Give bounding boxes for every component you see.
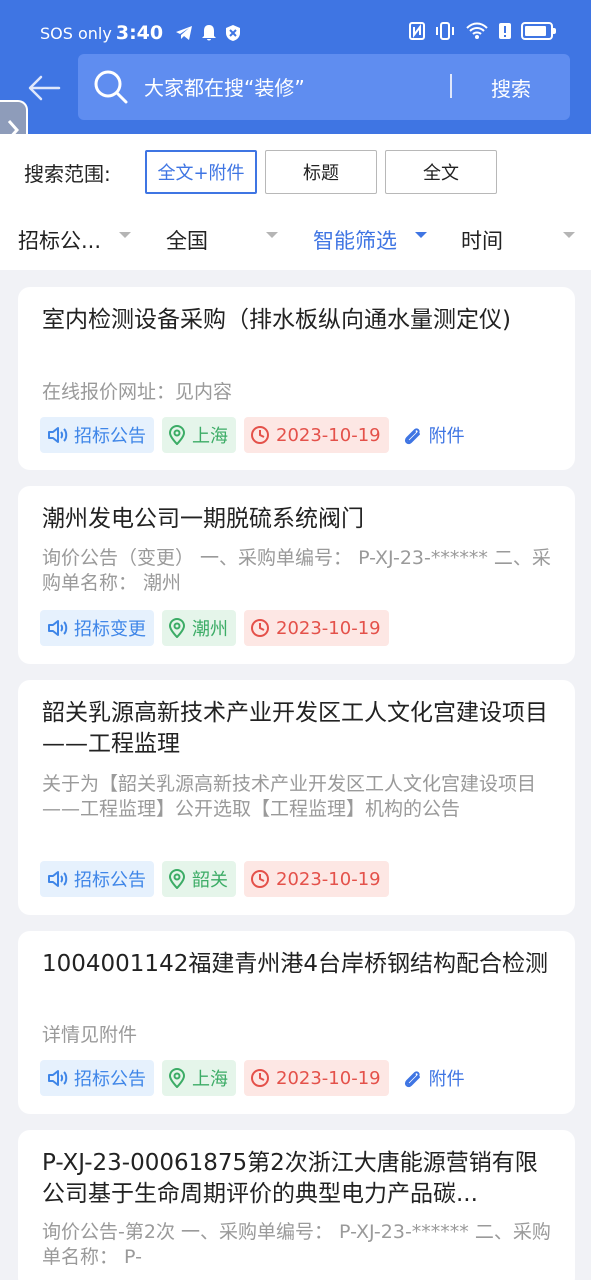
type-tag: 招标公告 bbox=[40, 417, 154, 453]
date-tag-label: 2023-10-19 bbox=[276, 617, 381, 639]
speaker-icon bbox=[48, 620, 68, 636]
date-tag-label: 2023-10-19 bbox=[276, 868, 381, 890]
tender-card[interactable]: 室内检测设备采购（排水板纵向通水量测定仪) 在线报价网址：见内容 招标公告 上海… bbox=[18, 287, 575, 470]
filter-region[interactable]: 全国 bbox=[166, 220, 208, 260]
filter-time-label: 时间 bbox=[461, 229, 503, 253]
speaker-icon bbox=[48, 871, 68, 887]
search-input[interactable]: 大家都在搜“装修” bbox=[144, 72, 305, 101]
type-tag: 招标变更 bbox=[40, 610, 154, 646]
tender-card[interactable]: 潮州发电公司一期脱硫系统阀门 询价公告（变更） 一、采购单编号： P-XJ-23… bbox=[18, 486, 575, 664]
type-tag: 招标公告 bbox=[40, 1060, 154, 1096]
location-pin-icon bbox=[168, 1068, 186, 1088]
paperclip-icon bbox=[404, 1071, 420, 1088]
attachment-label: 附件 bbox=[428, 426, 465, 447]
card-desc: 询价公告（变更） 一、采购单编号： P-XJ-23-****** 二、采购单名称… bbox=[42, 547, 551, 594]
date-tag: 2023-10-19 bbox=[244, 861, 389, 897]
back-button[interactable] bbox=[24, 70, 64, 106]
region-tag-label: 上海 bbox=[192, 1069, 228, 1090]
alert-icon bbox=[499, 23, 511, 39]
filter-smart-label: 智能筛选 bbox=[313, 229, 397, 253]
filter-smart[interactable]: 智能筛选 bbox=[313, 220, 397, 260]
chevron-down-icon bbox=[266, 232, 278, 238]
battery-icon bbox=[521, 22, 556, 40]
date-tag: 2023-10-19 bbox=[244, 417, 389, 453]
region-tag: 潮州 bbox=[162, 610, 236, 646]
region-tag: 韶关 bbox=[162, 861, 236, 897]
speaker-icon bbox=[48, 427, 68, 443]
search-divider bbox=[450, 74, 452, 98]
search-scope-bar: 搜索范围: 全文+附件 标题 全文 bbox=[0, 134, 591, 212]
date-tag-label: 2023-10-19 bbox=[276, 1067, 381, 1089]
filter-time[interactable]: 时间 bbox=[461, 220, 503, 260]
type-tag: 招标公告 bbox=[40, 861, 154, 897]
vibrate-icon bbox=[436, 22, 454, 40]
attachment-tag[interactable]: 附件 bbox=[397, 1060, 473, 1096]
card-title: 韶关乳源高新技术产业开发区工人文化宫建设项目——工程监理 bbox=[42, 700, 548, 757]
type-tag-label: 招标公告 bbox=[74, 870, 146, 891]
card-title: 1004001142福建青州港4台岸桥钢结构配合检测 bbox=[42, 951, 548, 977]
card-title: 潮州发电公司一期脱硫系统阀门 bbox=[42, 506, 364, 532]
date-tag: 2023-10-19 bbox=[244, 610, 389, 646]
bell-icon bbox=[202, 25, 217, 41]
filter-type[interactable]: 招标公... bbox=[18, 220, 101, 260]
shield-icon bbox=[226, 25, 241, 41]
nfc-icon bbox=[409, 22, 425, 40]
attachment-tag[interactable]: 附件 bbox=[397, 417, 473, 453]
scope-option-fulltext-attachment[interactable]: 全文+附件 bbox=[145, 150, 257, 194]
back-arrow-icon bbox=[28, 75, 61, 101]
clock-icon bbox=[251, 1069, 269, 1087]
clock-icon bbox=[251, 426, 269, 444]
search-icon bbox=[94, 70, 128, 104]
search-header: 大家都在搜“装修” 搜索 bbox=[0, 54, 591, 134]
status-time: 3:40 bbox=[115, 22, 164, 44]
paperclip-icon bbox=[404, 428, 420, 445]
date-tag: 2023-10-19 bbox=[244, 1060, 389, 1096]
card-title: P-XJ-23-00061875第2次浙江大唐能源营销有限公司基于生命周期评价的… bbox=[42, 1150, 538, 1207]
tender-card[interactable]: 1004001142福建青州港4台岸桥钢结构配合检测 详情见附件 招标公告 上海… bbox=[18, 931, 575, 1114]
carrier-text: SOS only bbox=[40, 23, 112, 43]
type-tag-label: 招标公告 bbox=[74, 426, 146, 447]
speaker-icon bbox=[48, 1070, 68, 1086]
telegram-icon bbox=[176, 26, 193, 40]
chevron-down-icon bbox=[415, 232, 427, 238]
card-desc: 在线报价网址：见内容 bbox=[42, 381, 233, 403]
filter-bar: 招标公... 全国 智能筛选 时间 bbox=[0, 212, 591, 270]
clock-icon bbox=[251, 619, 269, 637]
chevron-down-icon bbox=[563, 232, 575, 238]
type-tag-label: 招标公告 bbox=[74, 1069, 146, 1090]
card-desc: 询价公告-第2次 一、采购单编号： P-XJ-23-****** 二、采购单名称… bbox=[42, 1221, 551, 1268]
tender-card[interactable]: 韶关乳源高新技术产业开发区工人文化宫建设项目——工程监理 关于为【韶关乳源高新技… bbox=[18, 680, 575, 915]
card-desc: 详情见附件 bbox=[42, 1024, 138, 1046]
location-pin-icon bbox=[168, 425, 186, 445]
search-button[interactable]: 搜索 bbox=[466, 54, 556, 120]
location-pin-icon bbox=[168, 869, 186, 889]
scope-option-fulltext[interactable]: 全文 bbox=[385, 150, 497, 194]
region-tag: 上海 bbox=[162, 1060, 236, 1096]
filter-type-label: 招标公... bbox=[18, 229, 102, 253]
search-box[interactable]: 大家都在搜“装修” 搜索 bbox=[78, 54, 570, 120]
region-tag-label: 上海 bbox=[192, 426, 228, 447]
region-tag: 上海 bbox=[162, 417, 236, 453]
card-title: 室内检测设备采购（排水板纵向通水量测定仪) bbox=[42, 307, 511, 333]
wifi-icon bbox=[466, 22, 488, 39]
location-pin-icon bbox=[168, 618, 186, 638]
card-desc: 关于为【韶关乳源高新技术产业开发区工人文化宫建设项目——工程监理】公开选取【工程… bbox=[42, 773, 537, 820]
region-tag-label: 韶关 bbox=[192, 870, 228, 891]
filter-region-label: 全国 bbox=[166, 229, 208, 253]
scope-option-title[interactable]: 标题 bbox=[265, 150, 377, 194]
attachment-label: 附件 bbox=[428, 1069, 465, 1090]
clock-icon bbox=[251, 870, 269, 888]
tender-card[interactable]: P-XJ-23-00061875第2次浙江大唐能源营销有限公司基于生命周期评价的… bbox=[18, 1130, 575, 1280]
type-tag-label: 招标变更 bbox=[74, 619, 146, 640]
scope-label: 搜索范围: bbox=[24, 162, 111, 186]
status-bar: SOS only 3:40 bbox=[0, 0, 591, 60]
date-tag-label: 2023-10-19 bbox=[276, 424, 381, 446]
region-tag-label: 潮州 bbox=[192, 619, 228, 640]
chevron-down-icon bbox=[119, 232, 131, 238]
